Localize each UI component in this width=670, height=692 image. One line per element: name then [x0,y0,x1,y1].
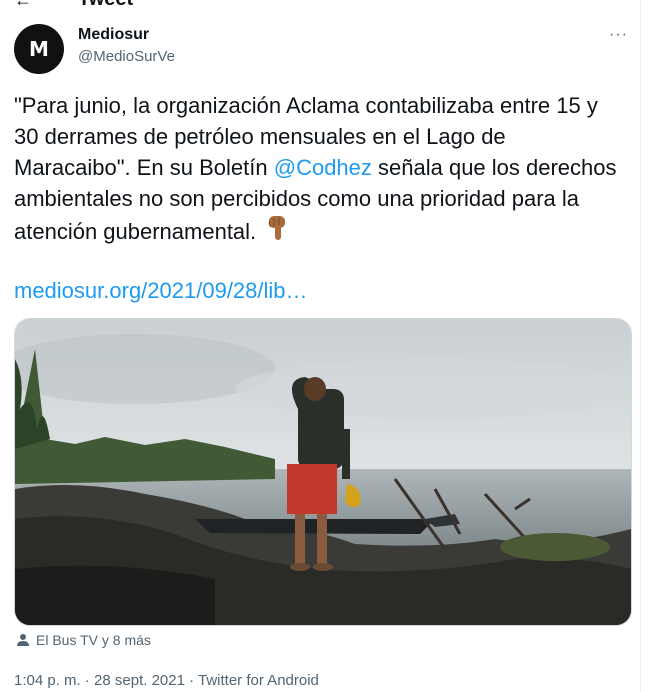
header-title: Tweet [78,0,133,10]
top-header: ← Tweet [0,0,670,10]
avatar-letter: M [29,37,49,61]
more-options-icon[interactable]: ··· [609,26,628,44]
pointing-down-emoji-icon [266,214,290,252]
tweet-text: "Para junio, la organización Aclama cont… [14,90,626,252]
back-arrow-icon[interactable]: ← [14,0,32,10]
article-link[interactable]: mediosur.org/2021/09/28/lib… [14,275,308,306]
tweet-metadata: 1:04 p. m. · 28 sept. 2021 · Twitter for… [14,672,319,689]
avatar[interactable]: M [14,24,64,74]
tagged-users[interactable]: El Bus TV y 8 más [16,632,151,648]
author-name[interactable]: Mediosur [78,26,149,44]
tweet-photo[interactable] [14,318,632,626]
person-icon [17,634,29,646]
author-handle[interactable]: @MedioSurVe [78,48,175,65]
column-border [640,0,641,692]
mention-link[interactable]: @Codhez [274,155,372,180]
tagged-users-label: El Bus TV y 8 más [36,632,151,648]
